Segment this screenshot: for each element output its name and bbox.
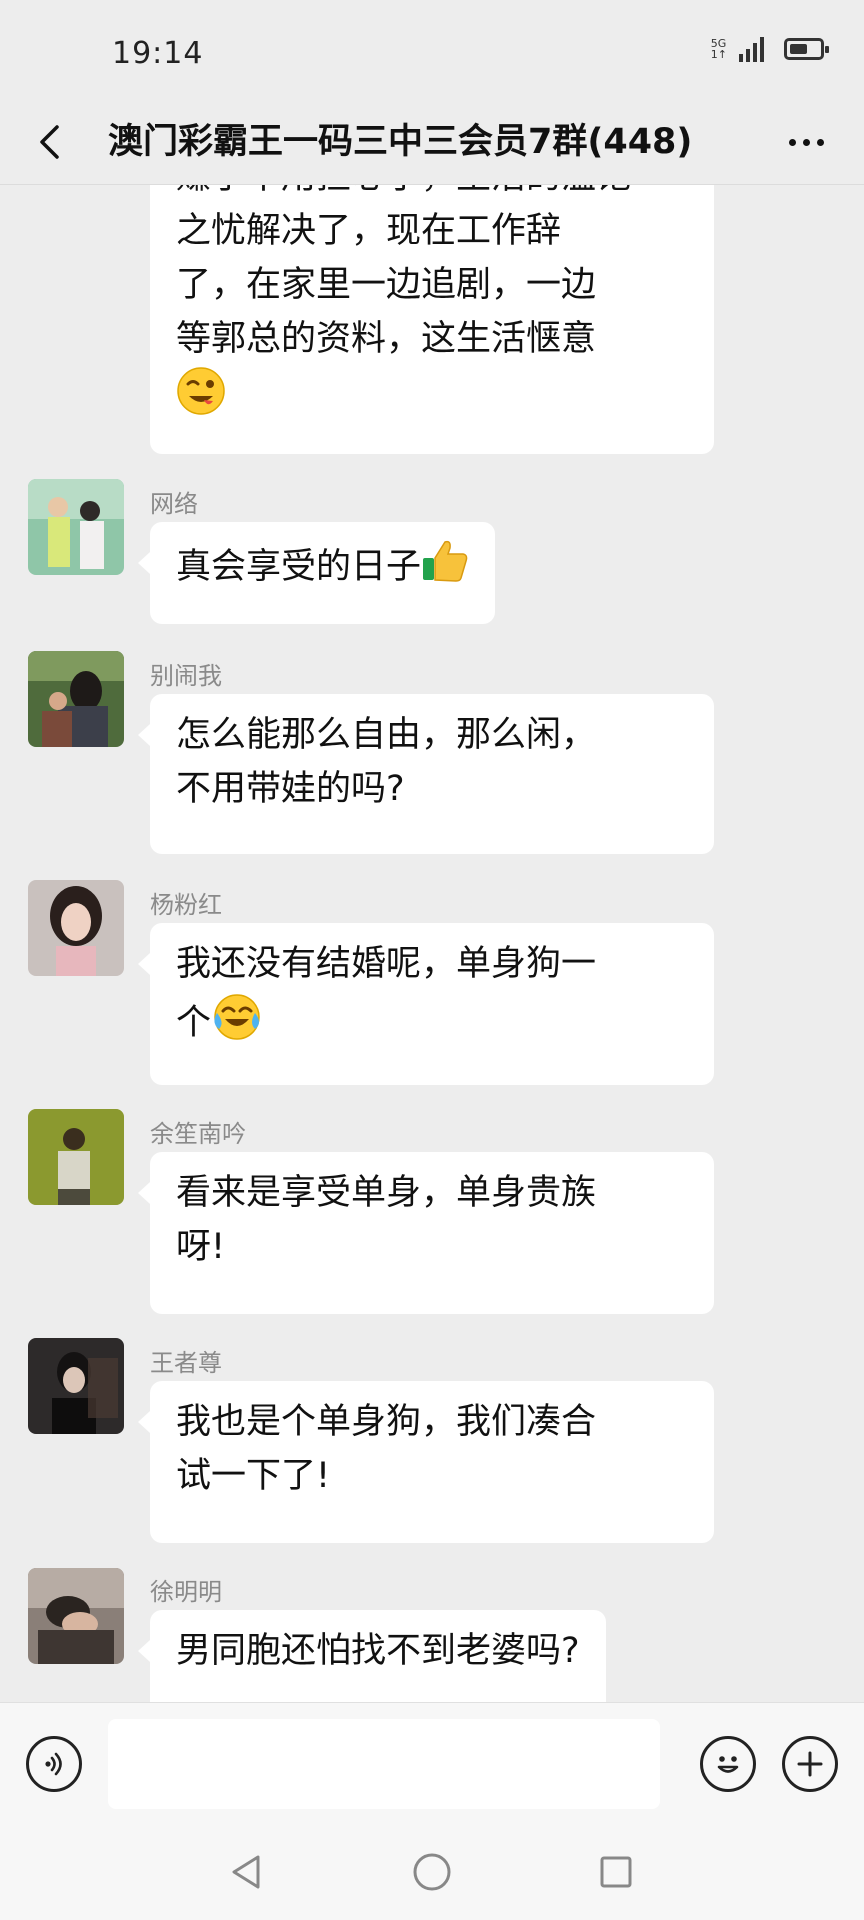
sender-name: 王者尊: [150, 1349, 222, 1377]
plus-button[interactable]: [782, 1736, 838, 1792]
circle-home-icon: [413, 1853, 451, 1891]
sender-name: 徐明明: [150, 1578, 222, 1606]
sender-name: 杨粉红: [150, 891, 222, 919]
message-bubble[interactable]: 男同胞还怕找不到老婆吗?: [138, 1610, 606, 1702]
message-bubble[interactable]: 我也是个单身狗，我们凑合 试一下了!: [138, 1381, 714, 1543]
network-type: 5G 1↑: [710, 37, 727, 61]
nav-recents-button[interactable]: [592, 1848, 640, 1896]
battery-icon: [784, 38, 829, 60]
nav-back-button[interactable]: [222, 1848, 270, 1896]
voice-button[interactable]: [26, 1736, 82, 1792]
sender-name: 网络: [150, 490, 198, 518]
chevron-left-icon: [40, 125, 59, 159]
status-time: 19:14: [112, 36, 204, 71]
triangle-back-icon: [232, 1855, 260, 1889]
sender-name: 别闹我: [150, 662, 222, 690]
back-button[interactable]: [20, 110, 80, 174]
chat-header: 澳门彩霸王一码三中三会员7群(448): [0, 100, 864, 185]
voice-icon: [45, 1752, 62, 1776]
avatar[interactable]: [28, 1568, 124, 1664]
avatar[interactable]: [28, 1338, 124, 1434]
wink-tongue-emoji: [176, 366, 226, 432]
input-bar: [0, 1702, 864, 1825]
avatar[interactable]: [28, 1109, 124, 1205]
message-bubble[interactable]: 赚了不用担心了，生活的温饱 之忧解决了，现在工作辞 了，在家里一边追剧，一边 等…: [150, 184, 714, 454]
status-bar: 19:14 5G 1↑: [0, 0, 864, 100]
signal-icon: [739, 36, 764, 62]
emoji-icon: [717, 1756, 739, 1773]
plus-icon: [797, 1751, 823, 1777]
dot: [788, 138, 796, 146]
sender-name: 余笙南吟: [150, 1120, 246, 1148]
avatar[interactable]: [28, 651, 124, 747]
message-input[interactable]: [108, 1719, 660, 1809]
chat-title: 澳门彩霸王一码三中三会员7群(448): [108, 122, 693, 162]
dot: [802, 138, 810, 146]
status-icons: 5G 1↑: [710, 36, 829, 62]
laughing-crying-emoji: [211, 991, 261, 1057]
dot: [816, 138, 824, 146]
message-bubble[interactable]: 我还没有结婚呢，单身狗一 个: [138, 923, 714, 1085]
message-list[interactable]: 赚了不用担心了，生活的温饱 之忧解决了，现在工作辞 了，在家里一边追剧，一边 等…: [0, 184, 864, 1702]
emoji-button[interactable]: [700, 1736, 756, 1792]
nav-home-button[interactable]: [408, 1848, 456, 1896]
message-bubble[interactable]: 真会享受的日子: [137, 522, 496, 624]
square-recents-icon: [600, 1856, 632, 1888]
system-nav-bar: [0, 1824, 864, 1920]
message-bubble[interactable]: 看来是享受单身，单身贵族 呀!: [138, 1152, 714, 1314]
more-options-button[interactable]: [776, 114, 836, 170]
message-bubble[interactable]: 怎么能那么自由，那么闲， 不用带娃的吗?: [138, 694, 714, 854]
thumbs-up-emoji: [421, 536, 469, 600]
avatar[interactable]: [28, 880, 124, 976]
avatar[interactable]: [28, 479, 124, 575]
